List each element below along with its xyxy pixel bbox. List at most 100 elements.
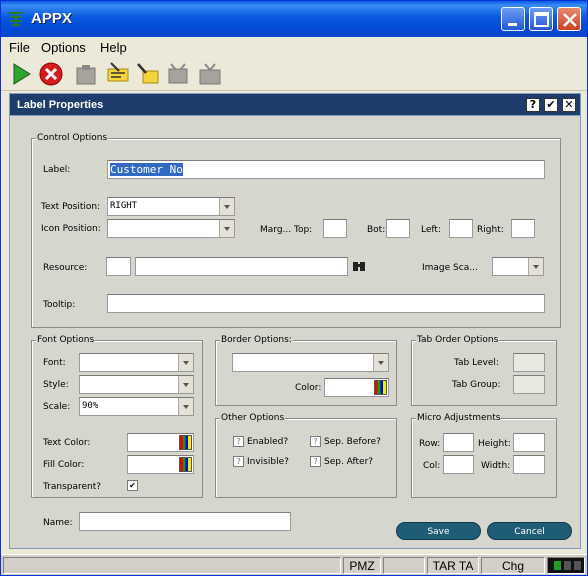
close-icon bbox=[563, 13, 577, 27]
tab-level-input[interactable] bbox=[513, 353, 545, 372]
color-picker-icon[interactable] bbox=[179, 435, 192, 450]
close-button[interactable] bbox=[557, 7, 581, 31]
paste-icon[interactable] bbox=[73, 61, 99, 87]
font-label: Font: bbox=[43, 358, 66, 368]
dialog-header: Label Properties ? ✔ ✕ bbox=[10, 94, 580, 116]
chevron-down-icon[interactable] bbox=[178, 376, 193, 393]
name-input[interactable] bbox=[79, 512, 291, 531]
margin-right-label: Right: bbox=[477, 225, 504, 235]
style-label: Style: bbox=[43, 380, 69, 390]
height-input[interactable] bbox=[513, 433, 545, 452]
toolbar bbox=[1, 57, 587, 91]
color-picker-icon[interactable] bbox=[374, 380, 387, 395]
resource-input[interactable] bbox=[135, 257, 348, 276]
image-scale-select[interactable] bbox=[492, 257, 544, 276]
font-options-group: Font Options Font: Style: Scale: 90% Tex… bbox=[31, 335, 203, 498]
border-color-input[interactable] bbox=[324, 378, 389, 397]
margin-right-input[interactable] bbox=[511, 219, 535, 238]
menu-bar: File Options Help bbox=[1, 37, 587, 57]
margin-left-label: Left: bbox=[421, 225, 441, 235]
label-input-value: Customer No bbox=[110, 163, 183, 176]
dialog-title: Label Properties bbox=[17, 99, 104, 111]
menu-help[interactable]: Help bbox=[100, 40, 127, 55]
chevron-down-icon[interactable] bbox=[178, 398, 193, 415]
appx-logo-icon bbox=[9, 12, 23, 26]
col-input[interactable] bbox=[443, 455, 474, 474]
chevron-down-icon[interactable] bbox=[373, 354, 388, 371]
maximize-icon bbox=[534, 12, 549, 27]
maximize-button[interactable] bbox=[529, 7, 553, 31]
text-color-input[interactable] bbox=[127, 433, 194, 452]
margin-bottom-label: Bot: bbox=[367, 225, 386, 235]
tab-group-input[interactable] bbox=[513, 375, 545, 394]
icon-position-select[interactable] bbox=[107, 219, 235, 238]
margin-bottom-input[interactable] bbox=[386, 219, 410, 238]
dialog-close-button[interactable]: ✕ bbox=[562, 98, 576, 112]
app-window: APPX File Options Help Label Properties … bbox=[0, 0, 588, 576]
menu-file[interactable]: File bbox=[9, 40, 30, 55]
name-label: Name: bbox=[43, 518, 73, 528]
title-bar[interactable]: APPX bbox=[1, 1, 587, 37]
scale-value: 90% bbox=[82, 401, 99, 411]
row-label: Row: bbox=[419, 439, 441, 449]
width-input[interactable] bbox=[513, 455, 545, 474]
border-style-select[interactable] bbox=[232, 353, 389, 372]
ok-check-button[interactable]: ✔ bbox=[544, 98, 558, 112]
save-button[interactable]: Save bbox=[396, 522, 481, 540]
clear-icon[interactable] bbox=[165, 61, 191, 87]
minimize-button[interactable] bbox=[501, 7, 525, 31]
label-label: Label: bbox=[43, 165, 71, 175]
tab-group-label: Tab Group: bbox=[452, 380, 501, 390]
text-color-label: Text Color: bbox=[43, 438, 91, 448]
width-label: Width: bbox=[481, 461, 511, 471]
invisible-checkbox[interactable]: ? bbox=[233, 456, 244, 467]
resource-type-input[interactable] bbox=[106, 257, 131, 276]
font-select[interactable] bbox=[79, 353, 194, 372]
text-position-select[interactable]: RIGHT bbox=[107, 197, 235, 216]
indicator-lights-icon bbox=[554, 561, 581, 570]
chevron-down-icon[interactable] bbox=[528, 258, 543, 275]
highlight-icon[interactable] bbox=[135, 61, 161, 87]
binoculars-icon[interactable] bbox=[352, 260, 366, 272]
fill-color-input[interactable] bbox=[127, 455, 194, 474]
label-properties-dialog: Label Properties ? ✔ ✕ Control Options L… bbox=[9, 93, 581, 549]
style-select[interactable] bbox=[79, 375, 194, 394]
invisible-label: Invisible? bbox=[247, 457, 289, 467]
help-button[interactable]: ? bbox=[526, 98, 540, 112]
minimize-icon bbox=[508, 23, 517, 26]
color-picker-icon[interactable] bbox=[179, 457, 192, 472]
row-input[interactable] bbox=[443, 433, 474, 452]
chevron-down-icon[interactable] bbox=[219, 220, 234, 237]
margin-top-label: Marg... Top: bbox=[260, 225, 313, 235]
control-options-group: Control Options Label: Customer No Text … bbox=[31, 133, 561, 328]
text-position-label: Text Position: bbox=[41, 202, 101, 212]
tv-icon[interactable] bbox=[197, 61, 223, 87]
sep-before-checkbox[interactable]: ? bbox=[310, 436, 321, 447]
sep-before-label: Sep. Before? bbox=[324, 437, 381, 447]
cancel-button[interactable]: Cancel bbox=[487, 522, 572, 540]
col-label: Col: bbox=[423, 461, 441, 471]
transparent-checkbox[interactable]: ✔ bbox=[127, 480, 138, 491]
edit-icon[interactable] bbox=[105, 61, 131, 87]
control-options-legend: Control Options bbox=[36, 133, 109, 143]
tooltip-input[interactable] bbox=[107, 294, 545, 313]
margin-top-input[interactable] bbox=[323, 219, 347, 238]
label-input[interactable]: Customer No bbox=[107, 160, 545, 179]
image-scale-label: Image Sca... bbox=[422, 263, 478, 273]
sep-after-checkbox[interactable]: ? bbox=[310, 456, 321, 467]
stop-icon[interactable] bbox=[38, 61, 64, 87]
enabled-checkbox[interactable]: ? bbox=[233, 436, 244, 447]
margin-left-input[interactable] bbox=[449, 219, 473, 238]
status-tar: TAR TA bbox=[427, 557, 479, 574]
status-chg: Chg bbox=[481, 557, 545, 574]
enabled-label: Enabled? bbox=[247, 437, 289, 447]
fill-color-label: Fill Color: bbox=[43, 460, 85, 470]
height-label: Height: bbox=[478, 439, 511, 449]
scale-select[interactable]: 90% bbox=[79, 397, 194, 416]
play-icon[interactable] bbox=[9, 61, 35, 87]
status-bar: PMZ TAR TA Chg bbox=[1, 554, 587, 575]
tab-level-label: Tab Level: bbox=[454, 358, 499, 368]
chevron-down-icon[interactable] bbox=[219, 198, 234, 215]
menu-options[interactable]: Options bbox=[41, 40, 86, 55]
chevron-down-icon[interactable] bbox=[178, 354, 193, 371]
